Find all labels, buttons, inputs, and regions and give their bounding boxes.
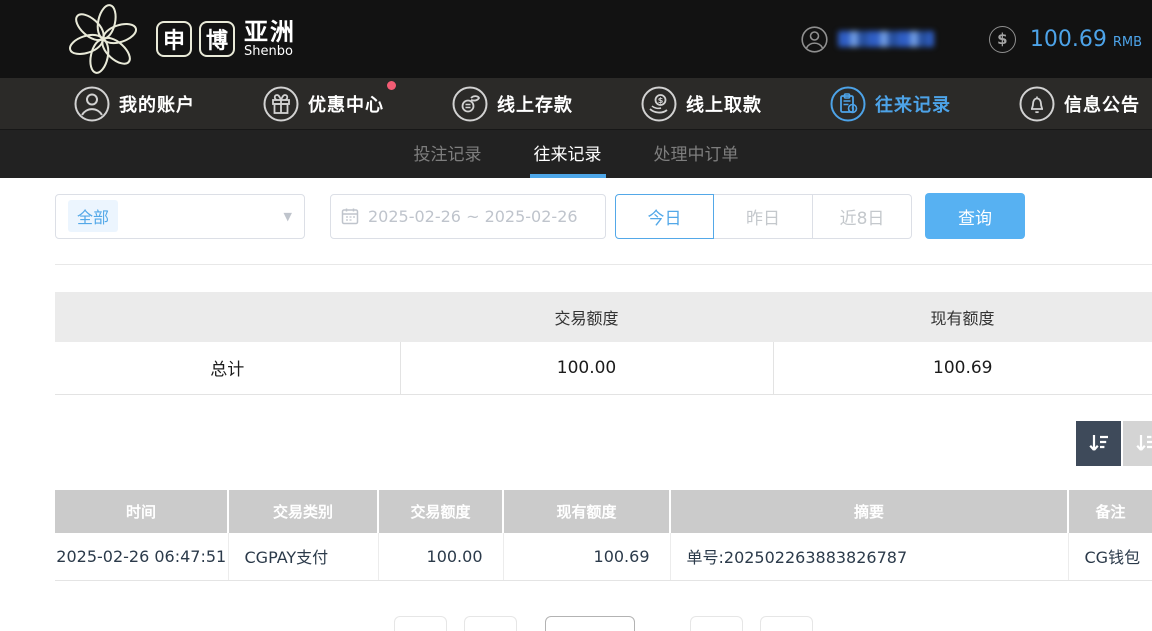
- sort-controls: [55, 421, 1152, 466]
- nav-item-records[interactable]: 往来记录: [830, 86, 951, 122]
- section-divider: [55, 264, 1152, 265]
- table-row: 2025-02-26 06:47:51 CGPAY支付 100.00 100.6…: [55, 533, 1152, 581]
- flower-logo-icon: [60, 2, 146, 76]
- col-summary: 摘要: [670, 490, 1068, 533]
- filter-bar: 全部 ▼ 2025-02-26 ~ 2025-02-26 今日 昨日 近8日 查…: [55, 193, 1152, 239]
- page-number-input[interactable]: [545, 616, 635, 631]
- brand-logo[interactable]: 申 博 亚洲 Shenbo: [60, 2, 296, 76]
- dollar-coin-icon: $: [989, 26, 1016, 53]
- nav-label: 我的账户: [119, 91, 195, 117]
- nav-label: 信息公告: [1064, 91, 1140, 117]
- search-button[interactable]: 查询: [925, 193, 1025, 239]
- balance-currency: RMB: [1113, 35, 1142, 50]
- summary-total-transaction: 100.00: [400, 342, 773, 394]
- summary-col-current-balance: 现有额度: [773, 292, 1152, 342]
- nav-item-my-account[interactable]: 我的账户: [74, 86, 195, 122]
- col-time: 时间: [55, 490, 228, 533]
- records-table: 时间 交易类别 交易额度 现有额度 摘要 备注 2025-02-26 06:47…: [55, 490, 1152, 582]
- summary-header-row: 交易额度 现有额度: [55, 292, 1152, 342]
- nav-item-announcements[interactable]: 信息公告: [1019, 86, 1140, 122]
- quick-date-group: 今日 昨日 近8日: [615, 194, 912, 239]
- records-icon: [830, 86, 866, 122]
- cell-transaction-amount: 100.00: [378, 533, 503, 581]
- date-range-picker[interactable]: 2025-02-26 ~ 2025-02-26: [330, 194, 606, 239]
- pagination: « ‹ › »: [55, 616, 1152, 631]
- col-current-balance: 现有额度: [503, 490, 670, 533]
- col-transaction-type: 交易类别: [228, 490, 378, 533]
- main-nav: 我的账户 优惠中心 线上存款 $ 线上取款: [0, 78, 1152, 130]
- quick-last8days-button[interactable]: 近8日: [813, 194, 912, 239]
- deposit-icon: [452, 86, 488, 122]
- nav-label: 线上存款: [497, 91, 573, 117]
- cell-transaction-type: CGPAY支付: [228, 533, 378, 581]
- quick-today-button[interactable]: 今日: [615, 194, 714, 239]
- withdraw-icon: $: [641, 86, 677, 122]
- next-page-button[interactable]: ›: [690, 616, 743, 631]
- bell-icon: [1019, 86, 1055, 122]
- tab-transaction-records[interactable]: 往来记录: [530, 130, 606, 178]
- nav-label: 往来记录: [875, 91, 951, 117]
- chevron-down-icon: ▼: [284, 210, 292, 223]
- prev-page-button[interactable]: ‹: [464, 616, 517, 631]
- username-blurred: [838, 31, 934, 47]
- summary-col-empty: [55, 292, 400, 342]
- date-range-value: 2025-02-26 ~ 2025-02-26: [368, 207, 578, 226]
- user-avatar-icon: [801, 26, 828, 53]
- notification-dot: [387, 81, 396, 90]
- nav-item-promotions[interactable]: 优惠中心: [263, 86, 384, 122]
- col-note: 备注: [1068, 490, 1152, 533]
- sort-ascending-icon: [1134, 431, 1152, 455]
- record-tabs: 投注记录 往来记录 处理中订单: [0, 130, 1152, 178]
- sort-ascending-button[interactable]: [1123, 421, 1152, 466]
- records-header-row: 时间 交易类别 交易额度 现有额度 摘要 备注: [55, 490, 1152, 533]
- summary-col-transaction-amount: 交易额度: [400, 292, 773, 342]
- first-page-button[interactable]: «: [394, 616, 447, 631]
- logo-region-text: 亚洲: [244, 19, 296, 45]
- logo-char-shen: 申: [156, 21, 192, 57]
- top-header: 申 博 亚洲 Shenbo $ 100.69 RMB: [0, 0, 1152, 78]
- account-user[interactable]: [801, 26, 934, 53]
- quick-yesterday-button[interactable]: 昨日: [714, 194, 813, 239]
- balance-amount: 100.69: [1030, 27, 1107, 52]
- cell-summary: 单号:202502263883826787: [670, 533, 1068, 581]
- cell-note: CG钱包: [1068, 533, 1152, 581]
- nav-label: 优惠中心: [308, 91, 384, 117]
- col-transaction-amount: 交易额度: [378, 490, 503, 533]
- wallet-balance[interactable]: $ 100.69 RMB: [989, 26, 1142, 53]
- calendar-icon: [341, 207, 359, 225]
- sort-descending-button[interactable]: [1076, 421, 1121, 466]
- summary-table: 交易额度 现有额度 总计 100.00 100.69: [55, 292, 1152, 395]
- last-page-button[interactable]: »: [760, 616, 813, 631]
- cell-current-balance: 100.69: [503, 533, 670, 581]
- logo-subtitle: Shenbo: [244, 45, 296, 59]
- gift-icon: [263, 86, 299, 122]
- svg-text:$: $: [658, 96, 664, 105]
- sort-descending-icon: [1087, 431, 1111, 455]
- tab-processing-orders[interactable]: 处理中订单: [650, 130, 743, 178]
- type-select[interactable]: 全部 ▼: [55, 194, 305, 239]
- tab-betting-records[interactable]: 投注记录: [410, 130, 486, 178]
- summary-total-balance: 100.69: [773, 342, 1152, 394]
- logo-char-bo: 博: [199, 21, 235, 57]
- summary-total-row: 总计 100.00 100.69: [55, 342, 1152, 394]
- nav-item-withdraw[interactable]: $ 线上取款: [641, 86, 762, 122]
- nav-item-deposit[interactable]: 线上存款: [452, 86, 573, 122]
- nav-label: 线上取款: [686, 91, 762, 117]
- cell-time: 2025-02-26 06:47:51: [55, 533, 228, 581]
- type-select-value: 全部: [68, 200, 118, 232]
- user-icon: [74, 86, 110, 122]
- summary-total-label: 总计: [55, 342, 400, 394]
